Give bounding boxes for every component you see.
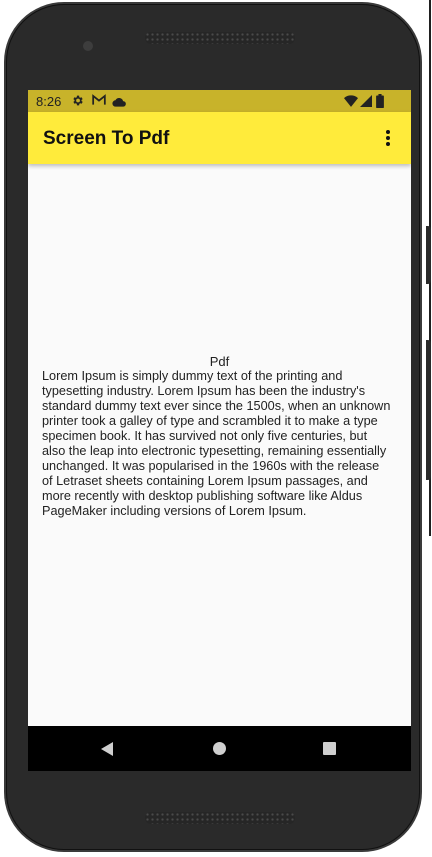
wifi-icon — [344, 95, 358, 110]
back-icon[interactable] — [101, 742, 113, 756]
app-title: Screen To Pdf — [43, 128, 170, 149]
settings-icon — [71, 94, 84, 110]
app-bar: Screen To Pdf — [28, 112, 411, 164]
home-icon[interactable] — [213, 742, 226, 755]
pdf-label: Pdf — [209, 354, 230, 369]
gmail-icon — [92, 94, 106, 109]
status-time: 8:26 — [36, 94, 62, 109]
lorem-text: Lorem Ipsum is simply dummy text of the … — [42, 369, 391, 518]
bottom-speaker — [145, 812, 295, 824]
recents-icon[interactable] — [323, 742, 336, 755]
front-camera — [83, 41, 93, 51]
main-content: Pdf Lorem Ipsum is simply dummy text of … — [28, 164, 411, 726]
battery-icon — [376, 94, 384, 111]
device-screen: 8:26 Screen To Pdf Pdf Lorem Ipsum is si… — [28, 90, 411, 771]
phone-frame: 8:26 Screen To Pdf Pdf Lorem Ipsum is si… — [6, 4, 431, 850]
more-vert-icon[interactable] — [382, 129, 394, 147]
volume-button — [426, 226, 431, 284]
top-speaker — [145, 32, 295, 44]
power-button — [426, 340, 431, 480]
signal-icon — [360, 95, 372, 110]
navigation-bar — [28, 726, 411, 771]
status-bar: 8:26 — [28, 90, 411, 112]
cloud-icon — [112, 95, 126, 110]
